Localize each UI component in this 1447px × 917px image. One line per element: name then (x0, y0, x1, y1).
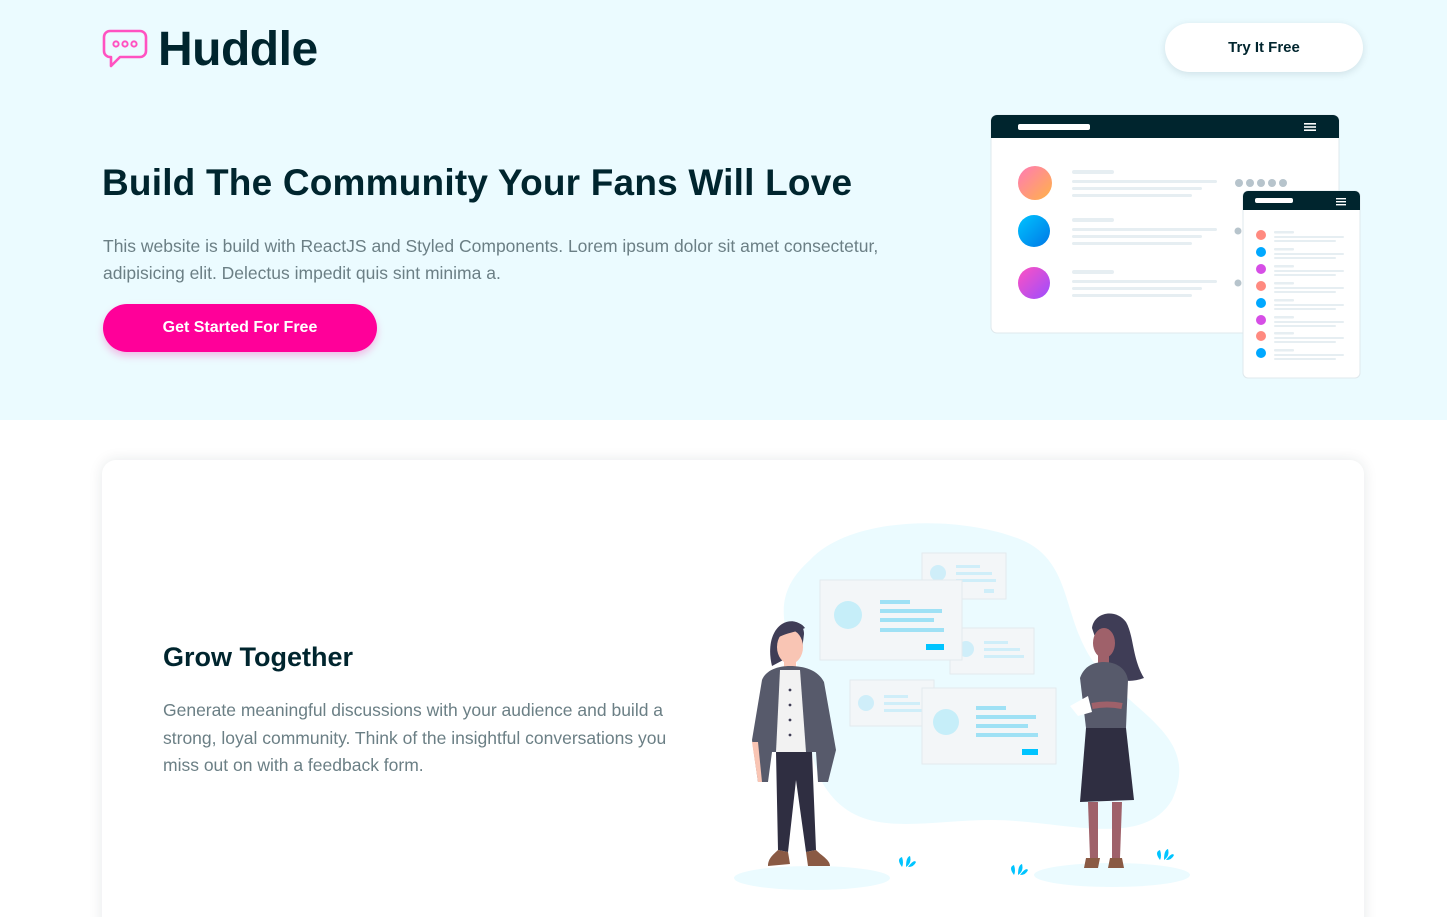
feature-title: Grow Together (163, 642, 354, 672)
feature-description: Generate meaningful discussions with you… (163, 700, 667, 775)
logo[interactable]: Huddle (102, 26, 318, 74)
try-it-free-button[interactable]: Try It Free (1165, 23, 1363, 72)
get-started-button[interactable]: Get Started For Free (103, 304, 377, 352)
chat-bubble-icon (102, 29, 148, 68)
hamburger-menu-icon (1304, 123, 1316, 131)
app-mockup-illustration (990, 114, 1361, 379)
hero-section: Huddle Try It Free Build The Community Y… (0, 0, 1447, 420)
grow-together-illustration (734, 523, 1190, 890)
feature-card: Grow Together Generate meaningful discus… (102, 460, 1364, 917)
hero-title: Build The Community Your Fans Will Love (102, 162, 853, 203)
hero-description: This website is build with ReactJS and S… (103, 236, 879, 283)
logo-text: Huddle (158, 23, 318, 76)
